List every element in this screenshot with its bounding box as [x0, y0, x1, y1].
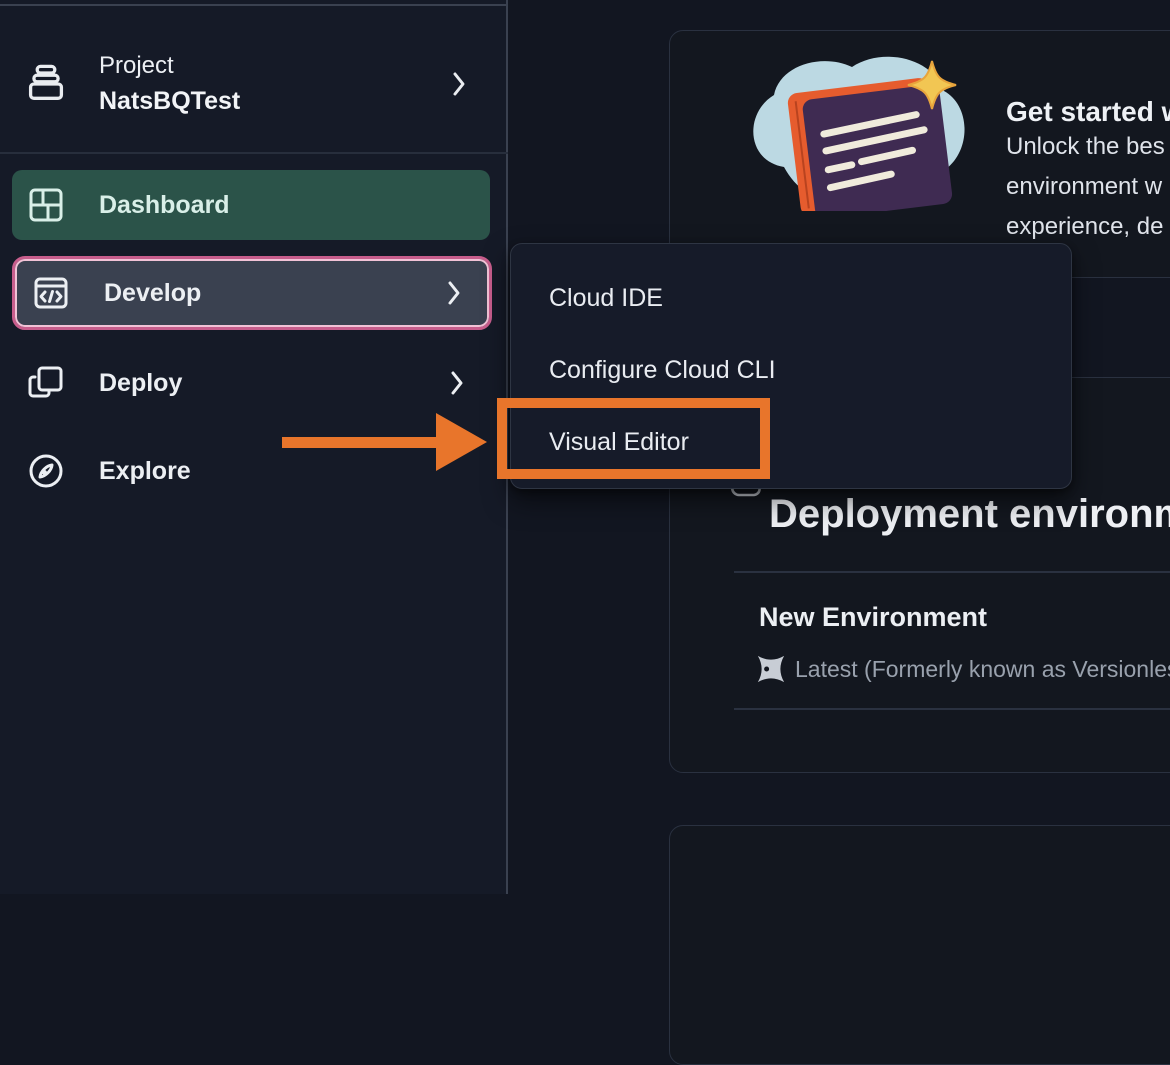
- arrow-annotation-shaft: [282, 437, 440, 448]
- chevron-right-icon: [450, 370, 464, 396]
- get-started-heading: Get started w: [1006, 96, 1170, 128]
- sidebar-item-label: Explore: [99, 457, 191, 486]
- get-started-body-line: Unlock the bes: [1006, 133, 1165, 161]
- environment-row-title[interactable]: New Environment: [759, 602, 987, 633]
- dbt-star-icon: [756, 654, 786, 684]
- sidebar-divider: [0, 152, 508, 154]
- chevron-right-icon: [447, 280, 461, 306]
- project-label: Project: [99, 52, 240, 81]
- app-window: { "sidebar": { "project": { "label": "Pr…: [0, 0, 1170, 894]
- project-name: NatsBQTest: [99, 86, 240, 116]
- sidebar-item-deploy[interactable]: Deploy: [12, 348, 490, 418]
- get-started-body-line: environment w: [1006, 173, 1162, 201]
- highlight-box-annotation: [497, 398, 770, 479]
- row-divider: [734, 708, 1170, 710]
- sidebar-item-develop[interactable]: Develop: [15, 259, 489, 327]
- menu-item-configure-cloud-cli[interactable]: Configure Cloud CLI: [511, 334, 1071, 406]
- menu-item-cloud-ide[interactable]: Cloud IDE: [511, 262, 1071, 334]
- sidebar-item-label: Deploy: [99, 369, 182, 398]
- arrow-annotation-head: [436, 413, 487, 471]
- code-window-icon: [31, 273, 71, 313]
- environment-row-subtitle: Latest (Formerly known as Versionless: [795, 656, 1170, 683]
- dashboard-grid-icon: [26, 185, 66, 225]
- project-selector[interactable]: Project NatsBQTest: [0, 38, 508, 130]
- get-started-card: Get started w Unlock the bes environment…: [669, 30, 1170, 278]
- sidebar-item-label: Develop: [104, 279, 201, 308]
- cloud-ide-illustration: [736, 49, 971, 211]
- sidebar-item-label: Dashboard: [99, 191, 230, 220]
- row-divider: [734, 571, 1170, 573]
- overlapping-squares-icon: [26, 363, 66, 403]
- get-started-body-line: experience, de: [1006, 213, 1163, 241]
- archive-stack-icon: [24, 62, 68, 106]
- compass-icon: [26, 451, 66, 491]
- project-text: Project NatsBQTest: [99, 52, 240, 117]
- sidebar-top-divider: [0, 4, 508, 6]
- chevron-right-icon: [452, 71, 466, 97]
- environments-heading: Deployment environments: [769, 492, 1170, 537]
- bottom-card: [669, 825, 1170, 1065]
- sidebar-item-dashboard[interactable]: Dashboard: [12, 170, 490, 240]
